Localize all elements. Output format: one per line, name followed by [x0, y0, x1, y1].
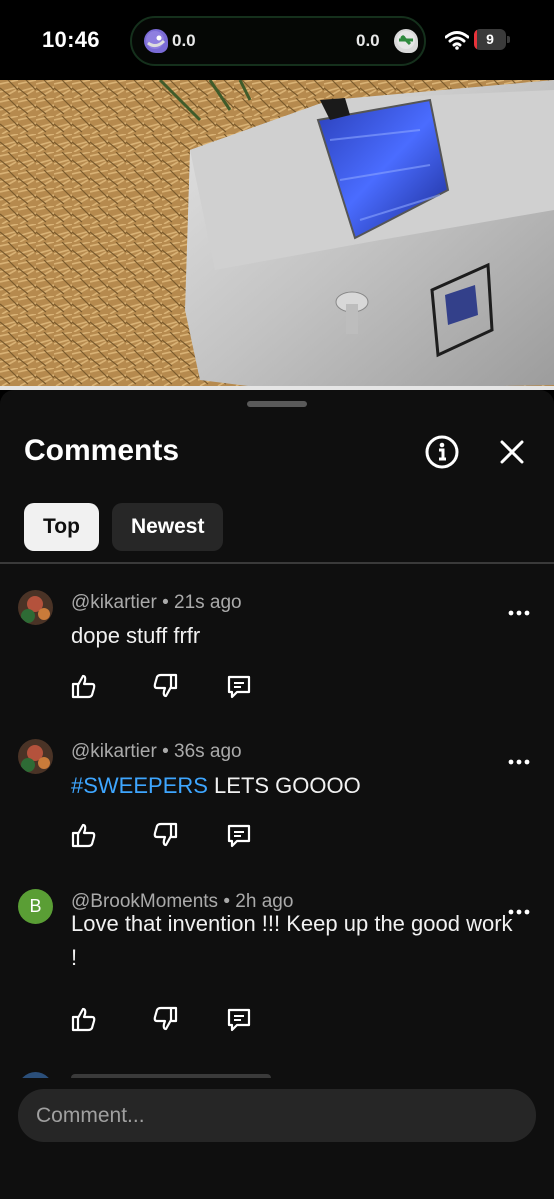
wifi-icon: [444, 30, 470, 50]
more-options-button[interactable]: [507, 753, 531, 765]
hashtag-link[interactable]: #SWEEPERS: [71, 773, 208, 798]
sheet-drag-handle[interactable]: [247, 401, 307, 407]
avatar[interactable]: [18, 590, 53, 625]
thumbs-up-icon: [71, 823, 96, 848]
comment-time: 21s ago: [174, 592, 242, 613]
info-icon: [425, 435, 459, 469]
more-icon: [508, 610, 530, 616]
comment-meta: @kikartier • 36s ago: [71, 741, 242, 762]
reply-icon: [227, 824, 251, 848]
comment-input[interactable]: [18, 1089, 536, 1142]
comment-meta-placeholder: [71, 1074, 271, 1078]
comment-text: dope stuff frfr: [71, 623, 201, 648]
sort-tabs: Top Newest: [24, 503, 224, 551]
close-button[interactable]: [496, 436, 528, 468]
status-bar: 10:46 0.0 0.0 9: [0, 0, 554, 80]
more-options-button[interactable]: [507, 604, 531, 616]
more-options-button[interactable]: [507, 903, 531, 915]
comment-author[interactable]: @kikartier: [71, 741, 157, 762]
dislike-button[interactable]: [152, 1005, 180, 1033]
more-icon: [508, 909, 530, 915]
comment-item: @kikartier • 36s ago #SWEEPERS LETS GOOO…: [0, 712, 554, 862]
reply-icon: [227, 675, 251, 699]
dislike-button[interactable]: [152, 672, 180, 700]
tab-top[interactable]: Top: [24, 503, 99, 551]
info-button[interactable]: [424, 434, 460, 470]
like-button[interactable]: [69, 821, 97, 849]
thumbs-down-icon: [153, 822, 178, 847]
sheet-title: Comments: [24, 434, 180, 467]
comment-composer[interactable]: [18, 1089, 536, 1142]
thumbs-up-icon: [71, 1007, 96, 1032]
comment-author[interactable]: @kikartier: [71, 592, 157, 613]
reply-button[interactable]: [225, 672, 253, 700]
comment-time: 36s ago: [174, 741, 242, 762]
score-left: 0.0: [172, 31, 196, 50]
comment-item: @kikartier • 21s ago dope stuff frfr: [0, 564, 554, 712]
avatar[interactable]: B: [18, 889, 53, 924]
thumbs-up-icon: [71, 674, 96, 699]
reply-button[interactable]: [225, 821, 253, 849]
battery-level: 9: [486, 31, 494, 47]
dislike-button[interactable]: [152, 821, 180, 849]
reply-icon: [227, 1008, 251, 1032]
comment-meta: @kikartier • 21s ago: [71, 592, 242, 613]
team-helmet-icon-left: [144, 29, 168, 53]
team-helmet-icon-right: [394, 29, 418, 53]
reply-button[interactable]: [225, 1005, 253, 1033]
tab-newest[interactable]: Newest: [111, 503, 224, 551]
clock: 10:46: [42, 27, 100, 52]
like-button[interactable]: [69, 672, 97, 700]
video-frame: [0, 80, 554, 390]
comments-sheet: Comments Top Newest @kikartier • 21s ago…: [0, 390, 554, 1199]
live-activity-scoreboard[interactable]: 0.0 0.0: [130, 16, 426, 66]
comments-list[interactable]: @kikartier • 21s ago dope stuff frfr @ki…: [0, 564, 554, 1078]
thumbs-down-icon: [153, 1006, 178, 1031]
more-icon: [508, 759, 530, 765]
avatar[interactable]: [18, 739, 53, 774]
score-right: 0.0: [356, 31, 380, 50]
comment-item: B @BrookMoments • 2h ago Love that inven…: [0, 862, 554, 1047]
avatar[interactable]: [18, 1072, 53, 1078]
close-icon: [500, 440, 524, 464]
comment-text: Love that invention !!! Keep up the good…: [71, 911, 513, 970]
battery-icon: 9: [474, 29, 510, 50]
comment-item-partial: [0, 1058, 554, 1078]
comment-text: #SWEEPERS LETS GOOOO: [71, 769, 521, 803]
thumbs-down-icon: [153, 673, 178, 698]
like-button[interactable]: [69, 1005, 97, 1033]
comment-text-body: LETS GOOOO: [207, 773, 361, 798]
video-player[interactable]: [0, 80, 554, 390]
